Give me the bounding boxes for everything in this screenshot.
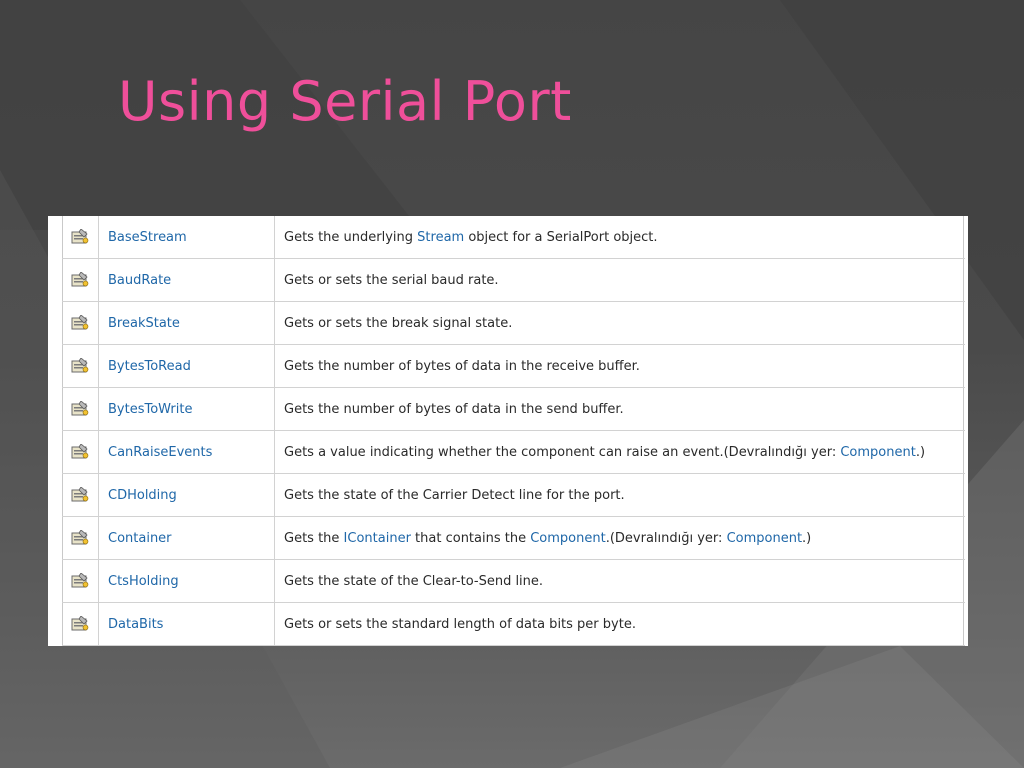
table-row: DataBits Gets or sets the standard length… xyxy=(62,602,965,646)
property-link[interactable]: CanRaiseEvents xyxy=(108,445,212,460)
property-icon xyxy=(71,444,89,459)
icon-cell xyxy=(62,387,99,431)
name-cell: DataBits xyxy=(98,602,275,646)
reference-link[interactable]: Stream xyxy=(417,230,464,245)
property-icon xyxy=(71,616,89,631)
description-cell xyxy=(274,645,965,646)
properties-screenshot: BaseStream Gets the underlying Stream obj… xyxy=(48,216,968,646)
icon-cell xyxy=(62,602,99,646)
icon-cell xyxy=(62,258,99,302)
description-cell: Gets the IContainer that contains the Co… xyxy=(274,516,965,560)
property-link[interactable]: BreakState xyxy=(108,316,180,331)
property-icon xyxy=(71,573,89,588)
icon-cell xyxy=(62,645,99,646)
property-icon xyxy=(71,530,89,545)
property-icon xyxy=(71,272,89,287)
description-text: that contains the xyxy=(410,530,531,546)
name-cell: CDHolding xyxy=(98,473,275,517)
property-icon xyxy=(71,487,89,502)
table-row: BytesToWrite Gets the number of bytes of … xyxy=(62,387,965,431)
icon-cell xyxy=(62,473,99,517)
description-cell: Gets the state of the Carrier Detect lin… xyxy=(274,473,965,517)
table-row: BaudRate Gets or sets the serial baud rat… xyxy=(62,258,965,302)
slide-title: Using Serial Port xyxy=(118,70,572,133)
name-cell: BaudRate xyxy=(98,258,275,302)
property-icon xyxy=(71,315,89,330)
description-cell: Gets or sets the standard length of data… xyxy=(274,602,965,646)
table-row: BreakState Gets or sets the break signal … xyxy=(62,301,965,345)
description-text: Gets the underlying xyxy=(284,229,418,245)
table-row-partial xyxy=(62,645,965,646)
icon-cell xyxy=(62,301,99,345)
description-text: Gets the number of bytes of data in the … xyxy=(284,358,640,374)
icon-cell xyxy=(62,559,99,603)
property-link[interactable]: BaseStream xyxy=(108,230,187,245)
description-cell: Gets the underlying Stream object for a … xyxy=(274,216,965,259)
name-cell xyxy=(98,645,275,646)
properties-table: BaseStream Gets the underlying Stream obj… xyxy=(62,216,965,646)
name-cell: BaseStream xyxy=(98,216,275,259)
property-link[interactable]: BytesToRead xyxy=(108,359,191,374)
property-link[interactable]: DataBits xyxy=(108,617,163,632)
icon-cell xyxy=(62,344,99,388)
property-icon xyxy=(71,229,89,244)
properties-table-body: BaseStream Gets the underlying Stream obj… xyxy=(62,216,965,646)
name-cell: BytesToWrite xyxy=(98,387,275,431)
table-row: CanRaiseEvents Gets a value indicating wh… xyxy=(62,430,965,474)
description-text: Gets the xyxy=(284,530,344,546)
description-text: Gets the number of bytes of data in the … xyxy=(284,401,624,417)
description-text: .) xyxy=(915,444,926,460)
property-link[interactable]: Container xyxy=(108,531,172,546)
name-cell: Container xyxy=(98,516,275,560)
table-row: CDHolding Gets the state of the Carrier D… xyxy=(62,473,965,517)
table-row: BytesToRead Gets the number of bytes of d… xyxy=(62,344,965,388)
table-row: BaseStream Gets the underlying Stream obj… xyxy=(62,216,965,259)
name-cell: BytesToRead xyxy=(98,344,275,388)
property-link[interactable]: CtsHolding xyxy=(108,574,179,589)
description-text: Gets a value indicating whether the comp… xyxy=(284,444,841,460)
description-text: Gets or sets the break signal state. xyxy=(284,315,513,331)
table-row: CtsHolding Gets the state of the Clear-to… xyxy=(62,559,965,603)
description-cell: Gets a value indicating whether the comp… xyxy=(274,430,965,474)
table-row: Container Gets the IContainer that contai… xyxy=(62,516,965,560)
reference-link[interactable]: Component xyxy=(840,445,915,460)
reference-link[interactable]: Component xyxy=(727,531,802,546)
icon-cell xyxy=(62,516,99,560)
description-text: .) xyxy=(802,530,812,546)
name-cell: BreakState xyxy=(98,301,275,345)
property-link[interactable]: BytesToWrite xyxy=(108,402,193,417)
property-link[interactable]: CDHolding xyxy=(108,488,177,503)
description-cell: Gets the number of bytes of data in the … xyxy=(274,387,965,431)
description-text: .(Devralındığı yer: xyxy=(605,530,727,546)
description-cell: Gets or sets the serial baud rate. xyxy=(274,258,965,302)
description-cell: Gets or sets the break signal state. xyxy=(274,301,965,345)
description-text: object for a SerialPort object. xyxy=(464,229,658,245)
reference-link[interactable]: Component xyxy=(530,531,605,546)
name-cell: CtsHolding xyxy=(98,559,275,603)
name-cell: CanRaiseEvents xyxy=(98,430,275,474)
description-text: Gets the state of the Carrier Detect lin… xyxy=(284,487,625,503)
description-cell: Gets the number of bytes of data in the … xyxy=(274,344,965,388)
description-text: Gets the state of the Clear-to-Send line… xyxy=(284,573,544,589)
icon-cell xyxy=(62,216,99,259)
icon-cell xyxy=(62,430,99,474)
property-icon xyxy=(71,358,89,373)
reference-link[interactable]: IContainer xyxy=(344,531,411,546)
property-link[interactable]: BaudRate xyxy=(108,273,171,288)
description-cell: Gets the state of the Clear-to-Send line… xyxy=(274,559,965,603)
description-text: Gets or sets the serial baud rate. xyxy=(284,272,499,288)
description-text: Gets or sets the standard length of data… xyxy=(284,616,636,632)
property-icon xyxy=(71,401,89,416)
